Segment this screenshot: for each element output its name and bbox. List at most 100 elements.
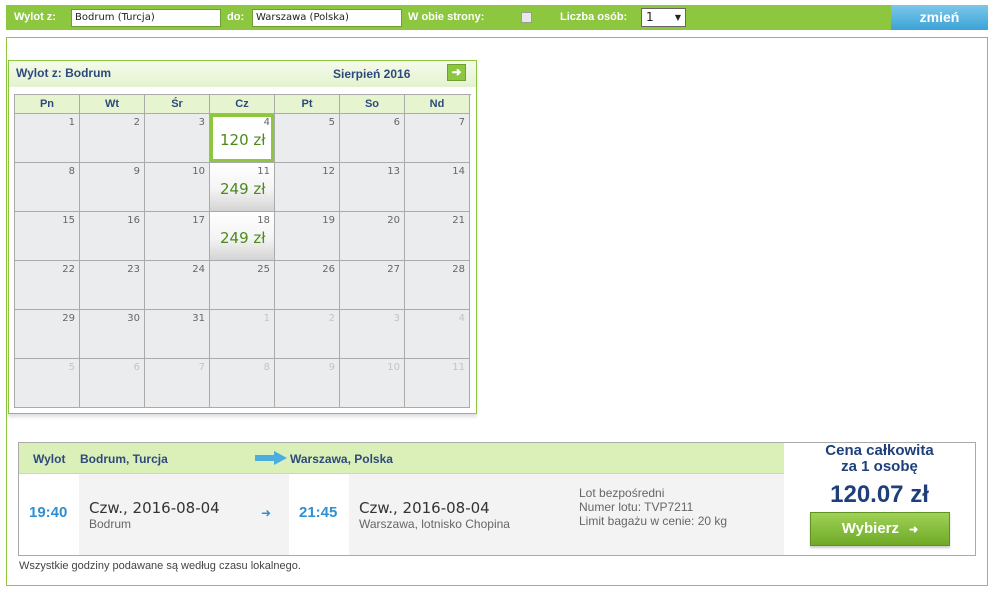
day-number: 14	[452, 166, 465, 177]
day-number: 4	[263, 117, 270, 128]
calendar-week-row: 29 30 31 1 2 3 4	[15, 310, 471, 359]
to-input[interactable]: Warszawa (Polska)	[252, 9, 402, 27]
arrival-place: Warszawa, lotnisko Chopina	[359, 517, 510, 531]
calendar-day: 21	[405, 212, 470, 261]
from-input[interactable]: Bodrum (Turcja)	[71, 9, 221, 27]
arrow-right-icon: ➜	[451, 65, 462, 79]
weekday-header: Cz	[210, 95, 275, 114]
calendar-day: 22	[15, 261, 80, 310]
calendar-day: 10	[145, 163, 210, 212]
day-number: 26	[322, 264, 335, 275]
day-number: 9	[328, 362, 335, 373]
direction-label: Wylot	[33, 452, 66, 466]
day-number: 8	[68, 166, 75, 177]
choose-flight-button[interactable]: Wybierz ➜	[810, 512, 950, 546]
calendar-day: 9	[275, 359, 340, 408]
calendar-day: 3	[145, 114, 210, 163]
calendar-header: Wylot z: Bodrum Sierpień 2016 ➜	[9, 61, 476, 87]
calendar-week-row: 1 2 3 4 120 zł 5 6 7	[15, 114, 471, 163]
calendar-day: 19	[275, 212, 340, 261]
calendar-day: 1	[15, 114, 80, 163]
day-number: 6	[393, 117, 400, 128]
day-number: 22	[62, 264, 75, 275]
calendar-day: 8	[15, 163, 80, 212]
calendar-day: 20	[340, 212, 405, 261]
calendar-day: 2	[80, 114, 145, 163]
calendar-week-row: 22 23 24 25 26 27 28	[15, 261, 471, 310]
price-title: Cena całkowita za 1 osobę	[784, 443, 975, 475]
departure-place: Bodrum	[89, 517, 132, 531]
day-number: 23	[127, 264, 140, 275]
day-number: 12	[322, 166, 335, 177]
passengers-select[interactable]: 1 ▼	[641, 8, 686, 27]
flight-segment: 19:40 Czw., 2016-08-04 Bodrum ➜ 21:45 Cz…	[19, 474, 784, 555]
day-number: 5	[328, 117, 335, 128]
weekday-header: Śr	[145, 95, 210, 114]
calendar-day: 1	[210, 310, 275, 359]
day-number: 7	[458, 117, 465, 128]
day-price: 249 zł	[220, 229, 266, 247]
calendar-day: 4	[405, 310, 470, 359]
price-title-line2: za 1 osobę	[841, 458, 918, 475]
weekday-header: Nd	[405, 95, 470, 114]
flight-number-info: Numer lotu: TVP7211	[579, 500, 694, 514]
destination-label: Warszawa, Polska	[290, 452, 393, 466]
day-number: 18	[257, 215, 270, 226]
day-number: 21	[452, 215, 465, 226]
day-number: 3	[393, 313, 400, 324]
passengers-value: 1	[646, 10, 654, 24]
flight-direct-info: Lot bezpośredni	[579, 486, 665, 500]
departure-time: 19:40	[29, 504, 68, 521]
calendar-day: 16	[80, 212, 145, 261]
day-number: 8	[263, 362, 270, 373]
day-number: 3	[198, 117, 205, 128]
day-number: 1	[68, 117, 75, 128]
day-number: 1	[263, 313, 270, 324]
calendar-month-title: Sierpień 2016	[333, 67, 411, 81]
to-label: do:	[227, 11, 245, 23]
day-number: 10	[387, 362, 400, 373]
calendar-week-row: 15 16 17 18 249 zł 19 20 21	[15, 212, 471, 261]
roundtrip-checkbox[interactable]	[521, 12, 532, 23]
day-price: 249 zł	[220, 180, 266, 198]
calendar-day: 27	[340, 261, 405, 310]
day-number: 17	[192, 215, 205, 226]
next-month-button[interactable]: ➜	[447, 64, 466, 81]
calendar-day: 25	[210, 261, 275, 310]
day-number: 16	[127, 215, 140, 226]
calendar-day: 7	[405, 114, 470, 163]
arrival-date: Czw., 2016-08-04	[359, 499, 490, 517]
local-time-footnote: Wszystkie godziny podawane są według cza…	[19, 560, 301, 572]
calendar-week-row: 5 6 7 8 9 10 11	[15, 359, 471, 408]
change-search-button[interactable]: zmień	[891, 5, 988, 30]
weekday-header-row: Pn Wt Śr Cz Pt So Nd	[15, 95, 471, 114]
calendar-day: 26	[275, 261, 340, 310]
calendar-day: 7	[145, 359, 210, 408]
day-number: 2	[328, 313, 335, 324]
day-number: 31	[192, 313, 205, 324]
day-number: 30	[127, 313, 140, 324]
calendar-day: 17	[145, 212, 210, 261]
calendar-day: 29	[15, 310, 80, 359]
weekday-header: So	[340, 95, 405, 114]
day-number: 11	[257, 166, 270, 177]
day-number: 10	[192, 166, 205, 177]
passengers-label: Liczba osób:	[560, 11, 628, 23]
flight-result-card: Wylot Bodrum, Turcja Warszawa, Polska 19…	[18, 442, 976, 556]
day-number: 11	[452, 362, 465, 373]
calendar-day: 15	[15, 212, 80, 261]
day-number: 29	[62, 313, 75, 324]
origin-label: Bodrum, Turcja	[80, 452, 168, 466]
day-price: 120 zł	[220, 131, 266, 149]
day-number: 20	[387, 215, 400, 226]
calendar-day: 3	[340, 310, 405, 359]
flight-info: Lot bezpośredni Numer lotu: TVP7211 Limi…	[579, 486, 727, 528]
day-number: 5	[68, 362, 75, 373]
calendar-week-row: 8 9 10 11 249 zł 12 13 14	[15, 163, 471, 212]
calendar-day-priced[interactable]: 11 249 zł	[210, 163, 275, 212]
calendar-day-priced[interactable]: 4 120 zł	[210, 114, 275, 163]
weekday-header: Wt	[80, 95, 145, 114]
calendar-day: 6	[340, 114, 405, 163]
calendar-day-priced[interactable]: 18 249 zł	[210, 212, 275, 261]
day-number: 27	[387, 264, 400, 275]
